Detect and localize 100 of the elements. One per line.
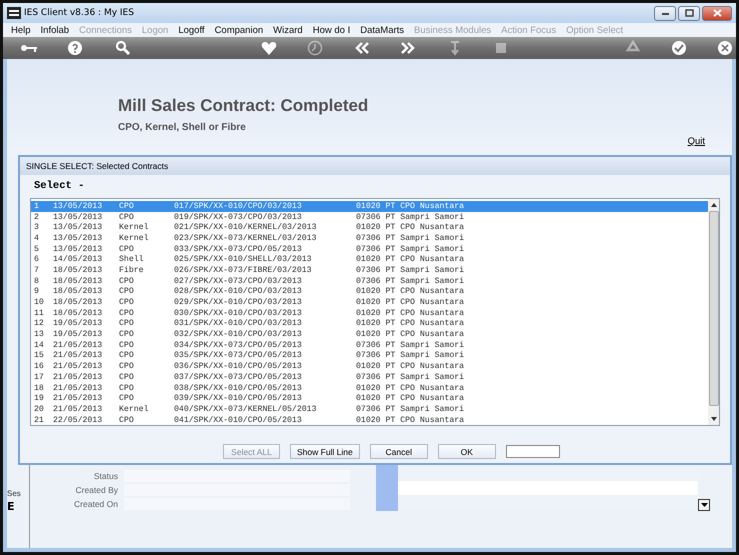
product-cell-text: CPO [119, 330, 135, 340]
contract-cell-text: 038/SPK/XX-010/CPO/05/2013 [174, 384, 303, 393]
row-number: 9 [34, 287, 40, 296]
contract-cell-text: 039/SPK/XX-010/CPO/05/2013 [174, 394, 303, 404]
list-row[interactable]: 11 18/05/2013 CPO 030/SPK/XX-010/CPO/03/2013 01020 PT CPO Nusantara [31, 308, 708, 319]
product-cell-text: CPO [119, 212, 135, 222]
row-number: 6 [34, 255, 40, 264]
down-arrow-icon [710, 416, 718, 422]
list-row[interactable]: 6 14/05/2013 Shell 025/SPK/XX-010/SHELL/03/2013 01020 PT CPO Nusantara [31, 254, 708, 266]
dialog-button[interactable]: Show Full Line [290, 444, 360, 459]
contract-cell-text: 033/SPK/XX-073/CPO/05/2013 [174, 244, 303, 254]
product-cell-text: Kernel [119, 223, 150, 232]
party-cell: 07306 PT Sampri Samori [356, 266, 464, 275]
list-row[interactable]: 13 19/05/2013 CPO 032/SPK/XX-010/CPO/03/2013 01020 PT CPO Nusantara [31, 329, 708, 340]
quit-link[interactable]: Quit [688, 136, 705, 147]
menu-item[interactable]: How do I [312, 24, 350, 36]
list-row[interactable]: 3 13/05/2013 Kernel 021/SPK/XX-010/KERNEL/03/2013 01020 PT CPO Nusantara [31, 222, 708, 234]
menu-item[interactable]: Help [11, 24, 31, 36]
list-row[interactable]: 4 13/05/2013 Kernel 023/SPK/XX-073/KERNEL/03/2013 07306 PT Sampri Samori [31, 233, 708, 244]
page-subtitle: CPO, Kernel, Shell or Fibre [118, 122, 247, 133]
app-icon [7, 7, 21, 19]
menu-item[interactable]: Logoff [178, 24, 205, 36]
scrollbar[interactable] [708, 199, 719, 425]
menu-item[interactable]: Wizard [273, 24, 303, 36]
list-row[interactable]: 10 18/05/2013 CPO 029/SPK/XX-010/CPO/03/2013 01020 PT CPO Nusantara [31, 297, 708, 308]
minimize-button[interactable] [654, 6, 676, 20]
row-number: 4 [34, 234, 40, 243]
close-icon [712, 9, 722, 17]
list-row[interactable]: 21 22/05/2013 CPO 041/SPK/XX-010/CPO/05/2013 01020 PT CPO Nusantara [31, 414, 708, 426]
party-cell: 01020 PT CPO Nusantara [356, 308, 464, 318]
product-cell-text: CPO [119, 351, 135, 360]
maximize-button[interactable] [678, 6, 700, 20]
contract-cell-text: 034/SPK/XX-073/CPO/05/2013 [174, 340, 303, 350]
dialog-button[interactable]: Cancel [370, 444, 428, 459]
contract-cell-text: 036/SPK/XX-010/CPO/05/2013 [174, 362, 303, 372]
contract-cell-text: 029/SPK/XX-010/CPO/03/2013 [174, 298, 303, 308]
maximize-icon [684, 9, 694, 17]
date-cell-text: 21/05/2013 [53, 384, 104, 393]
party-cell: 07306 PT Sampri Samori [356, 372, 464, 382]
product-cell-text: Fibre [119, 266, 145, 275]
date-cell-text: 18/05/2013 [53, 298, 104, 308]
date-cell-text: 13/05/2013 [53, 223, 104, 232]
list-row[interactable]: 17 21/05/2013 CPO 037/SPK/XX-073/CPO/05/2013 07306 PT Sampri Samori [31, 372, 708, 383]
list-row[interactable]: 19 21/05/2013 CPO 039/SPK/XX-010/CPO/05/2013 01020 PT CPO Nusantara [31, 393, 708, 404]
party-cell: 01020 PT CPO Nusantara [356, 384, 464, 393]
list-row[interactable]: 12 19/05/2013 CPO 031/SPK/XX-010/CPO/03/2013 01020 PT CPO Nusantara [31, 318, 708, 330]
party-cell: 07306 PT Sampri Samori [356, 244, 464, 254]
list-row[interactable]: 8 18/05/2013 CPO 027/SPK/XX-073/CPO/03/2013 07306 PT Sampri Samori [31, 276, 708, 286]
row-number: 11 [34, 308, 45, 318]
contract-cell-text: 026/SPK/XX-073/FIBRE/03/2013 [174, 266, 313, 275]
date-cell-text: 18/05/2013 [53, 287, 104, 296]
date-cell-text: 22/05/2013 [53, 416, 104, 425]
row-number: 8 [34, 276, 40, 286]
product-cell-text: CPO [119, 394, 135, 404]
date-cell-text: 21/05/2013 [53, 404, 104, 414]
menu-item[interactable]: Infolab [40, 24, 70, 36]
up-arrow-icon [710, 202, 718, 208]
menu-item[interactable]: Companion [214, 24, 264, 36]
party-cell: 07306 PT Sampri Samori [356, 212, 464, 222]
field-label: Status [92, 471, 118, 481]
party-cell: 07306 PT Sampri Samori [356, 404, 464, 414]
row-number: 7 [34, 266, 40, 275]
product-cell-text: CPO [119, 416, 135, 425]
list-row[interactable]: 5 13/05/2013 CPO 033/SPK/XX-073/CPO/05/2013 07306 PT Sampri Samori [31, 244, 708, 254]
window-title: IES Client v8.36 : My IES [24, 8, 134, 18]
row-number: 14 [34, 340, 45, 350]
list-row[interactable]: 7 18/05/2013 Fibre 026/SPK/XX-073/FIBRE/03/2013 07306 PT Sampri Samori [31, 265, 708, 276]
list-row[interactable]: 20 21/05/2013 Kernel 040/SPK/XX-073/KERNEL/05/2013 07306 PT Sampri Samori [31, 404, 708, 415]
dialog-button[interactable]: OK [438, 444, 496, 459]
dialog-title: SINGLE SELECT: Selected Contracts [26, 161, 168, 171]
dropdown-button[interactable] [698, 499, 710, 511]
product-cell-text: CPO [119, 287, 135, 296]
row-number: 5 [34, 244, 40, 254]
party-cell: 07306 PT Sampri Samori [356, 340, 464, 350]
close-button[interactable] [702, 6, 732, 20]
party-cell: 01020 PT CPO Nusantara [356, 362, 464, 372]
row-number: 15 [34, 351, 45, 360]
list-row[interactable]: 2 13/05/2013 CPO 019/SPK/XX-073/CPO/03/2013 07306 PT Sampri Samori [31, 212, 708, 222]
contract-cell-text: 041/SPK/XX-010/CPO/05/2013 [174, 416, 303, 425]
menu-item[interactable]: DataMarts [360, 24, 404, 36]
product-cell-text: CPO [119, 202, 135, 211]
caret-icon [700, 503, 708, 507]
date-cell-text: 21/05/2013 [53, 394, 104, 404]
date-cell-text: 13/05/2013 [53, 234, 104, 243]
list-row[interactable]: 15 21/05/2013 CPO 035/SPK/XX-073/CPO/05/2013 07306 PT Sampri Samori [31, 350, 708, 362]
contract-cell-text: 032/SPK/XX-010/CPO/03/2013 [174, 330, 303, 340]
list-row[interactable]: 14 21/05/2013 CPO 034/SPK/XX-073/CPO/05/2013 07306 PT Sampri Samori [31, 340, 708, 351]
date-cell-text: 13/05/2013 [53, 212, 104, 222]
date-cell-text: 19/05/2013 [53, 319, 104, 328]
row-number: 16 [34, 362, 45, 372]
list-row[interactable]: 18 21/05/2013 CPO 038/SPK/XX-010/CPO/05/2013 01020 PT CPO Nusantara [31, 382, 708, 394]
contract-cell-text: 030/SPK/XX-010/CPO/03/2013 [174, 308, 303, 318]
product-cell-text: CPO [119, 372, 135, 382]
row-number: 20 [34, 404, 45, 414]
date-cell-text: 18/05/2013 [53, 276, 104, 286]
row-number: 1 [34, 202, 40, 211]
list-row[interactable]: 9 18/05/2013 CPO 028/SPK/XX-010/CPO/03/2013 01020 PT CPO Nusantara [31, 286, 708, 298]
input-field[interactable] [506, 445, 560, 458]
list-row[interactable]: 16 21/05/2013 CPO 036/SPK/XX-010/CPO/05/2013 01020 PT CPO Nusantara [31, 361, 708, 372]
date-cell-text: 19/05/2013 [53, 330, 104, 340]
